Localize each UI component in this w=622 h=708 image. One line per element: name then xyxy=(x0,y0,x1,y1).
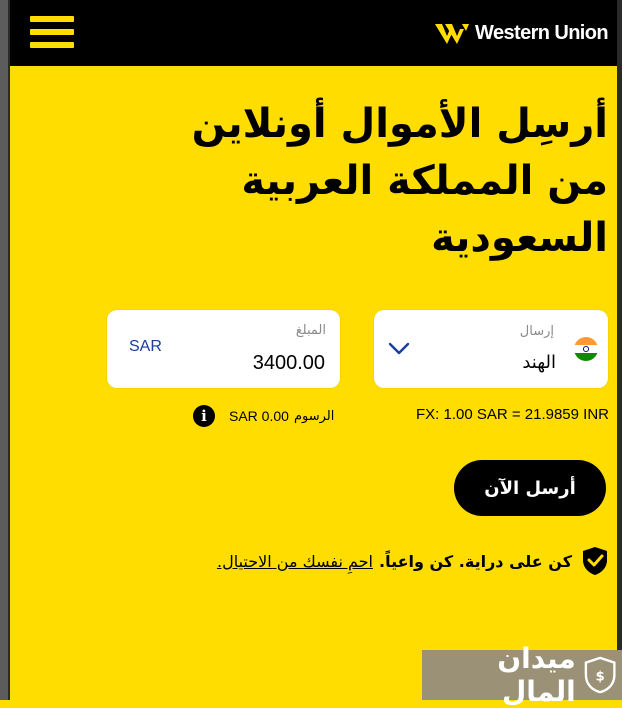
title-line: أرسِل الأموال أونلاين xyxy=(191,101,608,147)
fraud-notice: كن على دراية. كن واعياً. احمِ نفسك من ال… xyxy=(217,546,608,576)
window-frame-left xyxy=(0,0,10,700)
brand-logo[interactable]: Western Union xyxy=(435,19,609,47)
notice-text: كن على دراية. كن واعياً. xyxy=(378,551,572,571)
currency-code: SAR xyxy=(129,338,162,355)
fees-amount: SAR 0.00 xyxy=(229,408,289,424)
chevron-down-icon[interactable] xyxy=(387,338,411,358)
fees-row: i SAR 0.00 الرسوم xyxy=(193,405,334,427)
window-frame-right xyxy=(617,0,622,700)
fraud-protection-link[interactable]: احمِ نفسك من الاحتيال. xyxy=(217,552,373,571)
watermark-logo: ميدان المال $ xyxy=(422,642,622,708)
watermark-text: ميدان المال xyxy=(497,642,576,708)
svg-text:$: $ xyxy=(595,670,604,685)
top-header: Western Union xyxy=(10,0,617,66)
send-to-country-select[interactable]: إرسال الهند xyxy=(374,310,608,388)
shield-check-icon xyxy=(583,547,607,575)
exchange-rate: FX: 1.00 SAR = 21.9859 INR xyxy=(415,406,609,423)
selected-country: الهند xyxy=(522,352,556,373)
india-flag-icon xyxy=(574,337,598,361)
page-title: أرسِل الأموال أونلاين من المملكة العربية… xyxy=(88,96,608,267)
send-label: إرسال xyxy=(519,324,554,339)
send-now-button[interactable]: أرسل الآن xyxy=(454,460,606,516)
title-line: من المملكة العربية xyxy=(241,158,608,204)
western-union-logo-icon xyxy=(435,24,470,44)
amount-field[interactable]: المبلغ SAR 3400.00 xyxy=(107,310,340,388)
title-line: السعودية xyxy=(431,215,608,261)
fees-label: الرسوم xyxy=(293,408,335,424)
hamburger-menu-icon[interactable] xyxy=(30,14,76,50)
amount-label: المبلغ xyxy=(295,323,326,338)
brand-name: Western Union xyxy=(475,21,609,44)
info-icon[interactable]: i xyxy=(193,405,215,427)
amount-input[interactable]: 3400.00 xyxy=(253,352,325,375)
money-shield-icon: $ xyxy=(584,656,616,694)
